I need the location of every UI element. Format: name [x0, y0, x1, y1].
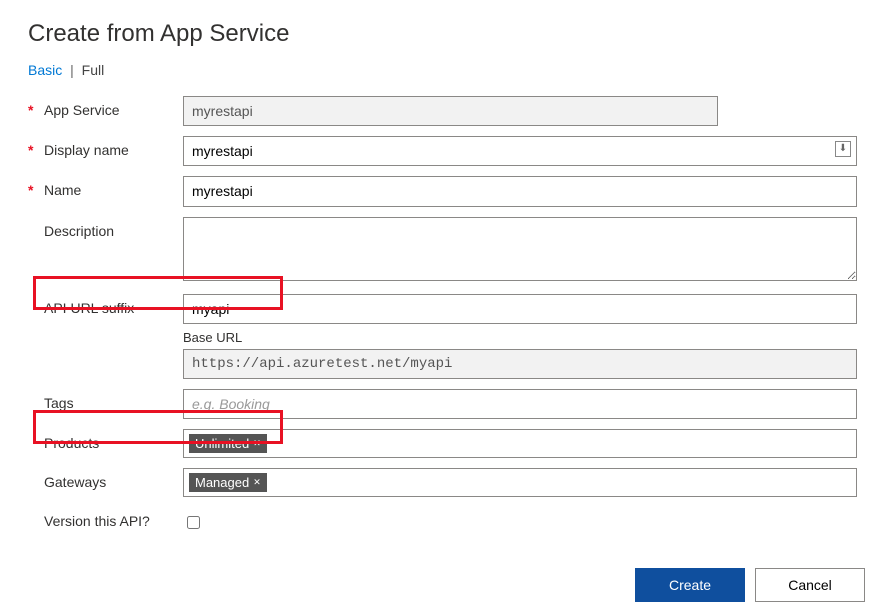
create-button[interactable]: Create: [635, 568, 745, 602]
gateways-label: Gateways: [44, 474, 106, 490]
name-label: Name: [44, 182, 81, 198]
app-service-input[interactable]: [183, 96, 718, 126]
close-icon[interactable]: ✕: [253, 438, 261, 449]
api-url-suffix-label: API URL suffix: [44, 300, 134, 316]
description-input[interactable]: [183, 217, 857, 281]
tab-basic[interactable]: Basic: [28, 62, 62, 78]
base-url-label: Base URL: [183, 330, 857, 345]
required-indicator: *: [28, 182, 36, 198]
products-label: Products: [44, 435, 99, 451]
tags-input[interactable]: [183, 389, 857, 419]
save-icon[interactable]: ⬇: [835, 141, 851, 157]
display-name-label: Display name: [44, 142, 129, 158]
close-icon[interactable]: ✕: [253, 477, 261, 488]
base-url-input: [183, 349, 857, 379]
tab-bar: Basic | Full: [28, 62, 857, 78]
description-label: Description: [44, 223, 114, 239]
gateways-chip-label: Managed: [195, 475, 249, 490]
products-chip: Unlimited ✕: [188, 433, 268, 454]
name-input[interactable]: [183, 176, 857, 206]
cancel-button[interactable]: Cancel: [755, 568, 865, 602]
gateways-input[interactable]: Managed ✕: [183, 468, 857, 497]
gateways-chip: Managed ✕: [188, 472, 268, 493]
required-indicator: *: [28, 102, 36, 118]
products-input[interactable]: Unlimited ✕: [183, 429, 857, 458]
display-name-input[interactable]: [183, 136, 857, 166]
page-title: Create from App Service: [28, 20, 857, 48]
tab-separator: |: [70, 62, 74, 78]
tags-label: Tags: [44, 395, 74, 411]
products-chip-label: Unlimited: [195, 436, 249, 451]
tab-full[interactable]: Full: [82, 62, 105, 78]
api-url-suffix-input[interactable]: [183, 294, 857, 324]
version-checkbox[interactable]: [187, 516, 200, 529]
app-service-label: App Service: [44, 102, 119, 118]
footer-actions: Create Cancel: [635, 568, 865, 602]
version-label: Version this API?: [44, 513, 150, 529]
required-indicator: *: [28, 142, 36, 158]
